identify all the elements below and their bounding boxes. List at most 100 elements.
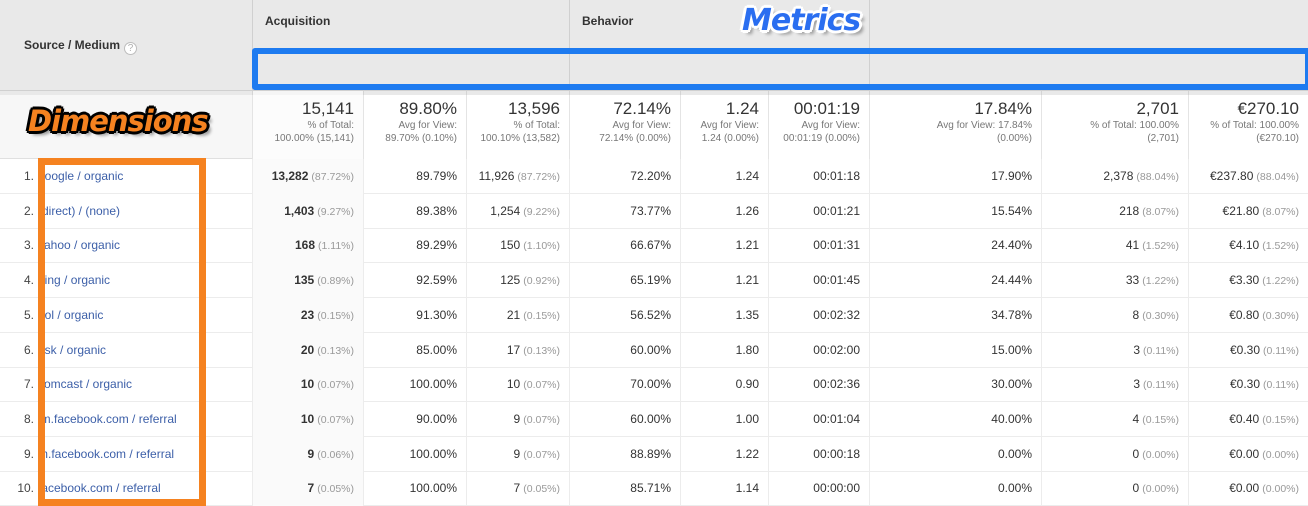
dimension-link[interactable]: google / organic xyxy=(38,159,123,194)
totals-dimension-blank xyxy=(0,95,252,159)
dimension-link[interactable]: m.facebook.com / referral xyxy=(38,437,174,472)
summary-sub-2: 100.00% (15,141) xyxy=(274,133,354,144)
summary-sub-2: 72.14% (0.00%) xyxy=(599,133,671,144)
metric-cell: 218 (8.07%) xyxy=(1041,193,1188,229)
metric-cell: 00:00:00 xyxy=(768,471,869,506)
metric-value: 56.52% xyxy=(630,307,671,322)
metric-cell: 1.35 xyxy=(680,297,768,333)
metric-percent: (0.11%) xyxy=(1143,344,1179,357)
metric-value: 1.00 xyxy=(735,411,759,426)
dimension-column-header[interactable]: Source / Medium? xyxy=(24,38,138,55)
summary-sub-2: (2,701) xyxy=(1147,133,1179,144)
metric-value: €0.40 xyxy=(1229,411,1260,426)
metric-percent: (88.04%) xyxy=(1256,171,1299,183)
dimension-link[interactable]: ask / organic xyxy=(38,333,106,368)
metric-value: €0.00 xyxy=(1229,481,1260,496)
metric-percent: (1.22%) xyxy=(1262,275,1299,288)
dimension-group-cell: Source / Medium? xyxy=(0,0,252,90)
metric-cell: 1.21 xyxy=(680,263,768,299)
metric-cell: 10 (0.07%) xyxy=(252,367,363,403)
metric-value: 8 xyxy=(1132,307,1140,322)
metric-cell: 34.78% xyxy=(869,297,1041,333)
dimension-link[interactable]: comcast / organic xyxy=(38,367,132,402)
metric-cell: 30.00% xyxy=(869,367,1041,403)
summary-sub-1: Avg for View: xyxy=(612,120,671,131)
dimension-link[interactable]: yahoo / organic xyxy=(38,228,120,263)
metric-percent: (0.13%) xyxy=(317,344,354,357)
metric-value: 100.00% xyxy=(409,446,457,461)
metric-cell: €3.30 (1.22%) xyxy=(1188,263,1308,299)
summary-sub-2: (0.00%) xyxy=(996,133,1032,144)
metric-cell: 00:02:32 xyxy=(768,297,869,333)
metric-cell: 100.00% xyxy=(363,367,466,403)
metric-cell: 41 (1.52%) xyxy=(1041,228,1188,264)
metric-cell: 9 (0.07%) xyxy=(466,436,569,472)
metric-cell: 24.40% xyxy=(869,228,1041,264)
dimension-link[interactable]: lm.facebook.com / referral xyxy=(38,402,177,437)
metric-percent: (1.11%) xyxy=(318,240,354,253)
dimension-link[interactable]: aol / organic xyxy=(38,298,103,333)
metric-value: 13,282 xyxy=(271,169,309,183)
metric-percent: (0.13%) xyxy=(523,344,560,357)
summary-value: 89.80% xyxy=(399,99,457,118)
metric-cell: 7 (0.05%) xyxy=(252,471,363,506)
acquisition-group-label: Acquisition xyxy=(265,14,331,28)
metric-cell: 0 (0.00%) xyxy=(1041,471,1188,506)
summary-sub-1: Avg for View: xyxy=(700,120,759,131)
dimension-link[interactable]: facebook.com / referral xyxy=(38,471,161,506)
metric-cell: 00:01:21 xyxy=(768,193,869,229)
metric-cell: 70.00% xyxy=(569,367,680,403)
metric-cell: 89.79% xyxy=(363,159,466,194)
metric-cell: 150 (1.10%) xyxy=(466,228,569,264)
metric-value: 15.00% xyxy=(991,342,1032,357)
metric-percent: (0.11%) xyxy=(1143,379,1179,392)
summary-sub-2: (€270.10) xyxy=(1256,133,1299,144)
metric-cell: 66.67% xyxy=(569,228,680,264)
summary-sub-1: % of Total: xyxy=(307,120,354,131)
metric-percent: (0.07%) xyxy=(523,413,560,426)
metric-cell: 10 (0.07%) xyxy=(252,401,363,437)
metric-value: 1.80 xyxy=(735,342,759,357)
metric-cell: 125 (0.92%) xyxy=(466,263,569,299)
metric-percent: (0.00%) xyxy=(1262,483,1299,496)
help-icon[interactable]: ? xyxy=(124,42,138,55)
metric-cell: 7 (0.05%) xyxy=(466,471,569,506)
summary-value: 2,701 xyxy=(1136,99,1179,118)
dimension-link[interactable]: (direct) / (none) xyxy=(38,194,120,229)
metric-value: 1.22 xyxy=(735,446,759,461)
metric-percent: (0.00%) xyxy=(1262,448,1299,461)
metric-cell: 00:01:04 xyxy=(768,401,869,437)
metric-value: 00:01:45 xyxy=(813,273,860,288)
behavior-group-cell: Behavior xyxy=(569,0,869,90)
metric-cell: €0.30 (0.11%) xyxy=(1188,332,1308,368)
summary-value: 17.84% xyxy=(974,99,1032,118)
metric-value: 135 xyxy=(294,273,315,288)
summary-sub-2: 89.70% (0.10%) xyxy=(385,133,457,144)
metric-value: 89.38% xyxy=(416,203,457,218)
table-row: 1. google / organic 13,282 (87.72%) 89.79% 11… xyxy=(0,159,1308,194)
metric-value: 73.77% xyxy=(630,203,671,218)
metric-value: 24.40% xyxy=(991,238,1032,253)
metric-cell: 89.29% xyxy=(363,228,466,264)
metric-cell: 13,282 (87.72%) xyxy=(252,159,363,194)
summary-value: 00:01:19 xyxy=(793,99,860,118)
metric-value: 2,378 xyxy=(1103,169,1134,183)
summary-sub-1: % of Total: xyxy=(513,120,560,131)
metric-percent: (0.15%) xyxy=(1262,413,1299,426)
summary-value: 1.24 xyxy=(725,99,759,118)
metric-cell: €0.00 (0.00%) xyxy=(1188,436,1308,472)
metric-value: 7 xyxy=(513,481,521,496)
metric-value: 00:00:00 xyxy=(813,481,860,496)
metric-cell: 1,254 (9.22%) xyxy=(466,193,569,229)
metric-cell: 4 (0.15%) xyxy=(1041,401,1188,437)
row-index: 4. xyxy=(23,273,34,288)
metric-value: 1.24 xyxy=(735,169,759,183)
metric-cell: 1.21 xyxy=(680,228,768,264)
summary-sub-1: % of Total: 100.00% xyxy=(1210,120,1299,131)
summary-cell-6: 17.84% Avg for View: 17.84% (0.00%) xyxy=(869,95,1041,159)
dimension-link[interactable]: bing / organic xyxy=(38,263,110,298)
metric-percent: (0.15%) xyxy=(523,309,560,322)
metric-value: 1.26 xyxy=(735,203,759,218)
metric-value: 0.00% xyxy=(997,446,1032,461)
metric-percent: (1.52%) xyxy=(1262,240,1299,253)
